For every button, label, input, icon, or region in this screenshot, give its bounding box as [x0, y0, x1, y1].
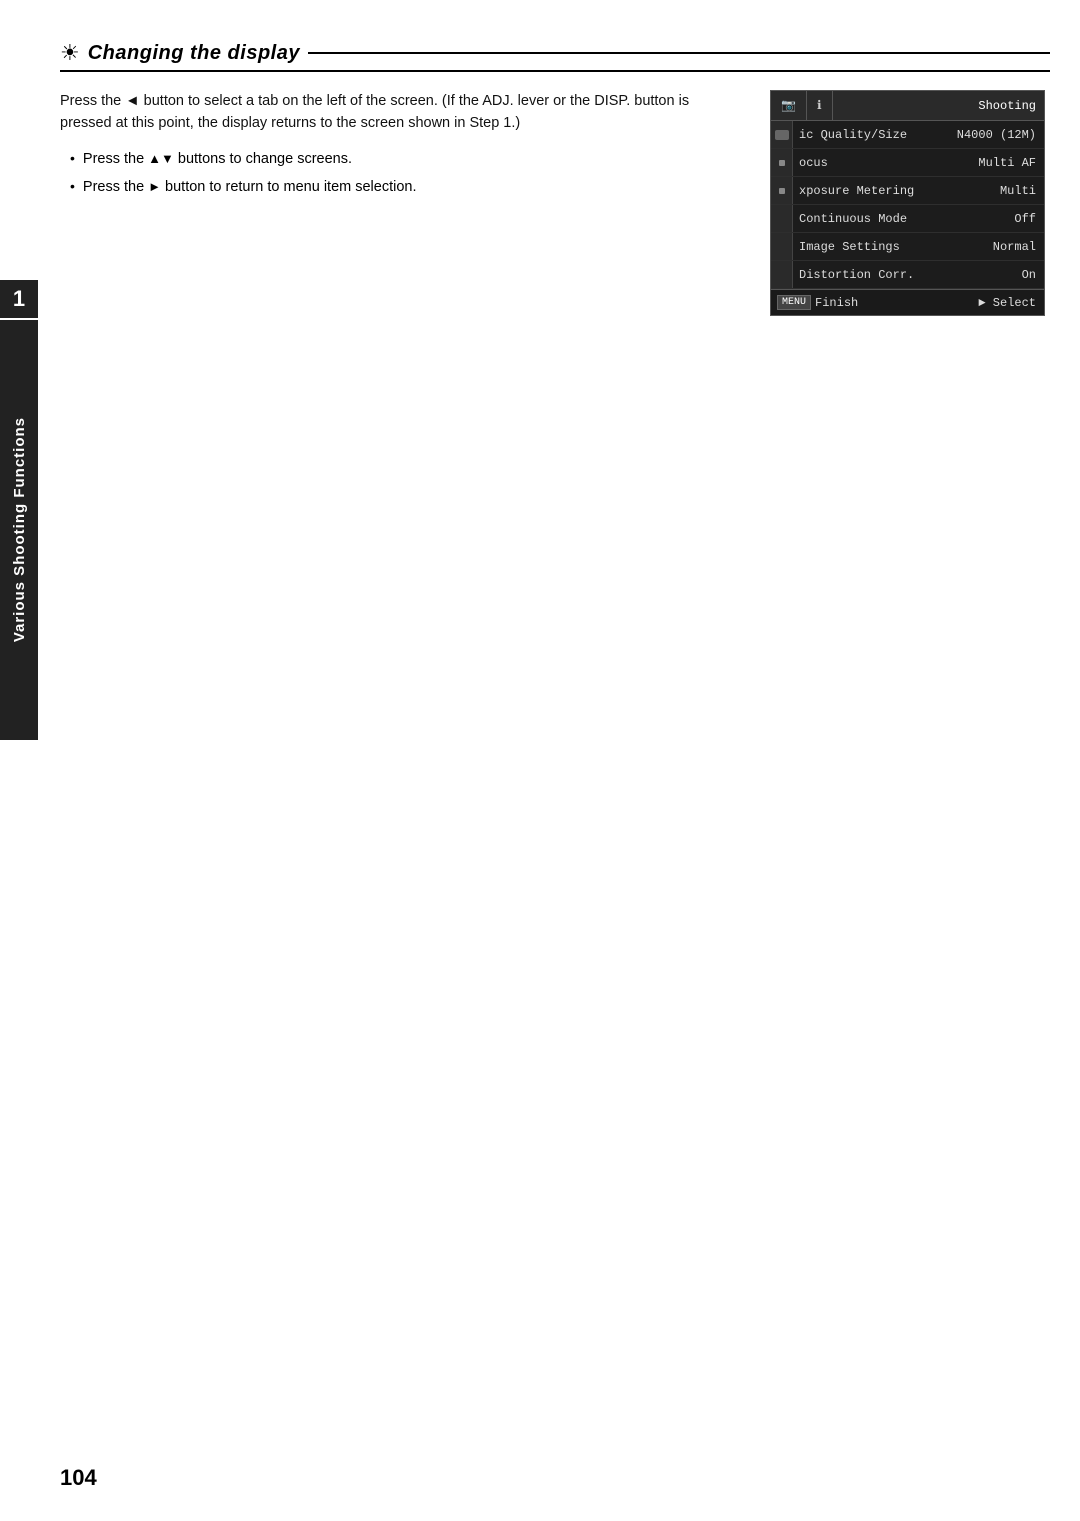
camera-tab-icon: 📷 [781, 98, 796, 113]
footer-finish-label: Finish [815, 296, 858, 310]
arrow-right-icon: ► [148, 177, 161, 198]
menu-row-1: ic Quality/Size N4000 (12M) [771, 121, 1044, 149]
main-content: ☀ Changing the display Press the ◄ butto… [60, 40, 1050, 316]
row-value-5: Normal [993, 240, 1044, 254]
menu-row-5: Image Settings Normal [771, 233, 1044, 261]
menu-footer: MENU Finish ► Select [771, 289, 1044, 315]
side-tab: Various Shooting Functions [0, 320, 38, 740]
row-indicator-3 [771, 177, 793, 204]
row-value-3: Multi [1000, 184, 1044, 198]
left-column: Press the ◄ button to select a tab on th… [60, 90, 740, 203]
menu-row-4: Continuous Mode Off [771, 205, 1044, 233]
menu-row-2: ocus Multi AF [771, 149, 1044, 177]
row-indicator-2 [771, 149, 793, 176]
row-value-2: Multi AF [978, 156, 1044, 170]
bullet1-prefix: Press the [83, 148, 144, 171]
body-paragraph: Press the ◄ button to select a tab on th… [60, 90, 740, 135]
bullet1-suffix: buttons to change screens. [178, 148, 352, 171]
row-label-1: ic Quality/Size [793, 128, 957, 142]
side-tab-label: Various Shooting Functions [11, 417, 28, 642]
row-value-6: On [1022, 268, 1044, 282]
page-number: 104 [60, 1465, 97, 1491]
row-indicator-1 [771, 121, 793, 148]
bullet-item-2: Press the ► button to return to menu ite… [70, 175, 740, 199]
menu-rows: ic Quality/Size N4000 (12M) ocus Multi A… [771, 121, 1044, 289]
row-label-2: ocus [793, 156, 978, 170]
camera-menu: 📷 ℹ Shooting ic Quality/Size N4000 (12M [770, 90, 1045, 316]
chapter-number: 1 [0, 280, 38, 318]
footer-select-label: ► Select [978, 296, 1036, 310]
row-indicator-5 [771, 233, 793, 260]
row-label-4: Continuous Mode [793, 212, 1014, 226]
camera-menu-screenshot: 📷 ℹ Shooting ic Quality/Size N4000 (12M [770, 90, 1050, 316]
row-value-1: N4000 (12M) [957, 128, 1044, 142]
content-columns: Press the ◄ button to select a tab on th… [60, 90, 1050, 316]
menu-btn: MENU [777, 295, 811, 310]
menu-tab-info: ℹ [807, 91, 833, 120]
indicator-dot-2 [779, 160, 785, 166]
bullet-list: Press the ▲▼ buttons to change screens. … [60, 147, 740, 199]
lightbulb-icon: ☀ [60, 40, 80, 66]
bullet2-prefix: Press the [83, 176, 144, 199]
section-title: Changing the display [88, 42, 300, 65]
row-label-5: Image Settings [793, 240, 993, 254]
info-tab-icon: ℹ [817, 98, 822, 113]
row-indicator-6 [771, 261, 793, 288]
bullet2-suffix: button to return to menu item selection. [165, 176, 416, 199]
menu-tab-bar: 📷 ℹ Shooting [771, 91, 1044, 121]
section-title-row: ☀ Changing the display [60, 40, 1050, 72]
title-divider [308, 52, 1050, 54]
menu-shooting-label: Shooting [970, 91, 1044, 120]
row-value-4: Off [1014, 212, 1044, 226]
row-indicator-4 [771, 205, 793, 232]
indicator-dot-3 [779, 188, 785, 194]
indicator-icon-1 [775, 130, 789, 140]
menu-row-6: Distortion Corr. On [771, 261, 1044, 289]
bullet-item-1: Press the ▲▼ buttons to change screens. [70, 147, 740, 171]
menu-row-3: xposure Metering Multi [771, 177, 1044, 205]
row-label-6: Distortion Corr. [793, 268, 1022, 282]
menu-tab-camera: 📷 [771, 91, 807, 120]
arrow-up-down-icon: ▲▼ [148, 149, 174, 170]
row-label-3: xposure Metering [793, 184, 1000, 198]
